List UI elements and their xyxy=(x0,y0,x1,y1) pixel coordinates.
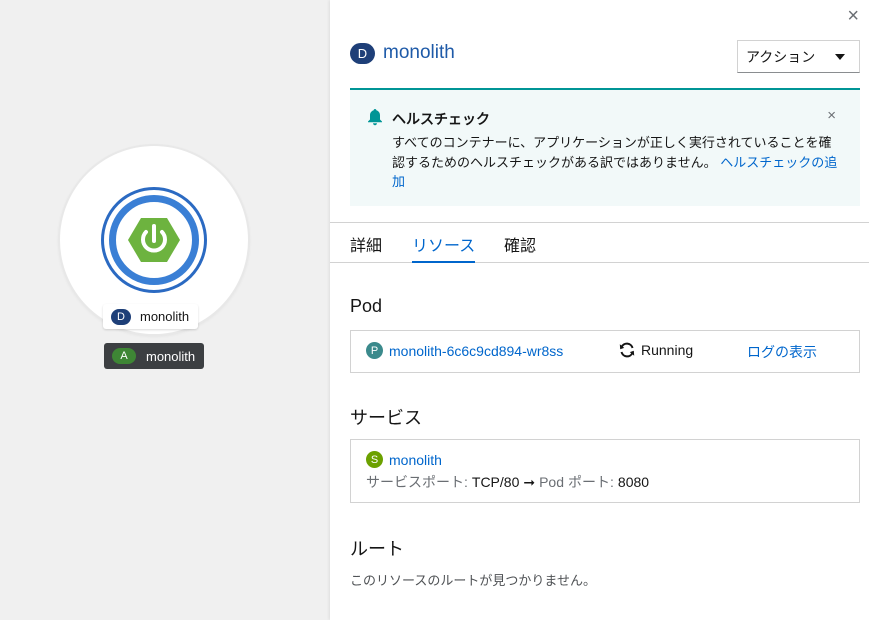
pod-row: P monolith-6c6c9cd894-wr8ss xyxy=(366,342,563,359)
services-section-title: サービス xyxy=(350,408,422,428)
pod-port-label-b: ポート: xyxy=(568,474,614,490)
bell-icon xyxy=(368,109,382,126)
pod-section-title: Pod xyxy=(350,296,383,316)
tab-resources[interactable]: リソース xyxy=(412,232,476,263)
node-label-text: monolith xyxy=(140,309,190,324)
service-row: S monolith xyxy=(366,451,442,468)
panel-header: D monolith xyxy=(350,42,455,64)
side-panel: × D monolith アクション ヘルスチェック × すべてのコンテナーに、… xyxy=(330,0,869,620)
topology-canvas[interactable]: D monolith A monolith xyxy=(0,0,330,620)
service-port-value: TCP/80 xyxy=(471,474,520,490)
service-badge: S xyxy=(366,451,383,468)
pod-name-link[interactable]: monolith-6c6c9cd894-wr8ss xyxy=(389,343,563,359)
application-label[interactable]: A monolith xyxy=(104,343,205,369)
pod-port-value: 8080 xyxy=(617,474,650,490)
alert-title: ヘルスチェック xyxy=(392,111,490,127)
pod-card: P monolith-6c6c9cd894-wr8ss Running ログの表… xyxy=(350,330,860,373)
actions-dropdown[interactable]: アクション xyxy=(737,40,860,73)
tab-details[interactable]: 詳細 xyxy=(350,232,382,263)
service-card: S monolith サービスポート: TCP/80 ➞ Pod ポート: 80… xyxy=(350,439,860,503)
view-logs-link[interactable]: ログの表示 xyxy=(747,342,817,362)
panel-tabs: 詳細 リソース 確認 xyxy=(330,222,869,263)
caret-down-icon xyxy=(835,53,845,60)
application-badge: A xyxy=(112,348,136,364)
pod-badge: P xyxy=(366,342,383,359)
alert-body: すべてのコンテナーに、アプリケーションが正しく実行されていることを確認するための… xyxy=(392,133,842,192)
health-check-alert: ヘルスチェック × すべてのコンテナーに、アプリケーションが正しく実行されている… xyxy=(350,88,860,206)
power-icon xyxy=(128,218,180,262)
deployment-badge: D xyxy=(350,42,375,64)
routes-section-title: ルート xyxy=(350,539,404,559)
service-port-row: サービスポート: TCP/80 ➞ Pod ポート: 8080 xyxy=(366,472,649,492)
deployment-badge: D xyxy=(111,308,131,325)
pod-port-label-a: Pod xyxy=(539,474,565,490)
arrow-right-icon: ➞ xyxy=(523,473,536,490)
service-name-link[interactable]: monolith xyxy=(389,452,442,468)
alert-close-icon[interactable]: × xyxy=(827,107,836,124)
pod-status-text: Running xyxy=(641,342,694,358)
panel-title[interactable]: monolith xyxy=(383,42,455,64)
actions-label: アクション xyxy=(746,48,816,65)
routes-empty-text: このリソースのルートが見つかりません。 xyxy=(350,573,596,588)
service-port-label: サービスポート: xyxy=(366,474,468,490)
application-label-text: monolith xyxy=(146,348,196,364)
node-label[interactable]: D monolith xyxy=(103,304,199,329)
close-panel-icon[interactable]: × xyxy=(847,6,859,26)
sync-icon xyxy=(619,342,635,358)
tab-observe[interactable]: 確認 xyxy=(504,232,536,263)
pod-status: Running xyxy=(619,342,693,358)
